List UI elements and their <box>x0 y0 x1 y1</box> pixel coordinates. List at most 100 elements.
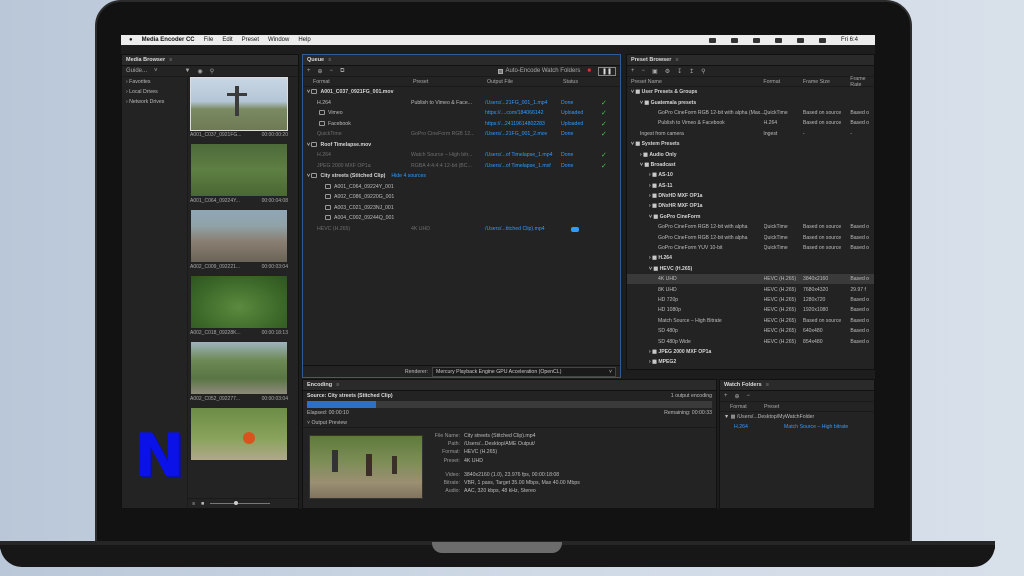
panel-title[interactable]: Media Browser <box>126 57 165 63</box>
preset-row[interactable]: › ▩ H.264 <box>627 253 874 263</box>
output-file[interactable]: /Users/...21FG_001_1.mp4 <box>485 100 561 106</box>
panel-menu-icon[interactable]: ≡ <box>675 57 678 63</box>
col-frame-size[interactable]: Frame Size <box>803 79 850 85</box>
preset-row[interactable]: HD 1080p HEVC (H.265) 1920x1080 Based o <box>627 305 874 315</box>
col-format[interactable]: Format <box>763 79 803 85</box>
output-file[interactable]: https://....com/184066142 <box>485 110 561 116</box>
tree-item-local-drives[interactable]: › Local Drives <box>122 87 187 97</box>
queue-row[interactable]: A004_C002_09244Q_001 <box>303 213 620 224</box>
menu-edit[interactable]: Edit <box>222 37 232 43</box>
col-preset[interactable]: Preset <box>764 404 779 410</box>
menu-help[interactable]: Help <box>298 37 310 43</box>
output-format[interactable]: HEVC (H.265) <box>317 226 350 232</box>
queue-row[interactable]: ˅ A001_C037_0921FG_001.mov <box>303 87 620 98</box>
output-format[interactable]: H.264 <box>317 152 331 158</box>
preset-row[interactable]: GoPro CineForm YUV 10-bit QuickTime Based … <box>627 243 874 253</box>
remove-icon[interactable]: − <box>747 393 751 399</box>
watch-folder-row[interactable]: ▼ ▩ /Users/...Desktop/MyWatchFolder <box>720 412 874 422</box>
clip-thumbnail[interactable]: A002_C009_092221... 00:00:03:04 <box>190 209 288 271</box>
menu-preset[interactable]: Preset <box>242 37 259 43</box>
panel-menu-icon[interactable]: ≡ <box>766 382 769 388</box>
output-format[interactable]: QuickTime <box>317 131 342 137</box>
output-preset[interactable]: 4K UHD <box>411 226 485 232</box>
menu-file[interactable]: File <box>204 37 214 43</box>
preview-toggle[interactable]: ˅ Output Preview <box>303 418 716 428</box>
clip-thumbnail[interactable]: A001_C037_0921FG... 00:00:00:20 <box>190 77 288 139</box>
hide-sources-link[interactable]: Hide 4 sources <box>391 173 426 179</box>
import-icon[interactable]: ↧ <box>677 68 682 75</box>
preset-row[interactable]: Ingest from camera Ingest - - <box>627 129 874 139</box>
group-icon[interactable]: ▣ <box>652 68 658 75</box>
battery-icon[interactable] <box>796 37 804 43</box>
panel-menu-icon[interactable]: ≡ <box>328 57 331 63</box>
clip-thumbnail[interactable]: A001_C064_09224Y... 00:00:04:08 <box>190 143 288 205</box>
panel-title[interactable]: Watch Folders <box>724 382 762 388</box>
preset-row[interactable]: ˅ ▩ GoPro CineForm <box>627 212 874 222</box>
remove-icon[interactable]: − <box>330 68 334 74</box>
panel-title[interactable]: Queue <box>307 57 324 63</box>
add-folder-icon[interactable]: + <box>724 393 728 399</box>
preset-row[interactable]: GoPro CineForm RGB 12-bit with alpha (Ma… <box>627 108 874 118</box>
output-file[interactable]: https://...24119614802283 <box>485 121 561 127</box>
panel-menu-icon[interactable]: ≡ <box>336 382 339 388</box>
queue-row[interactable]: H.264 Watch Source – High bitr.../Users/.… <box>303 150 620 161</box>
zoom-slider[interactable] <box>210 501 271 505</box>
grid-view-icon[interactable]: ■ <box>201 501 204 507</box>
location-dropdown[interactable]: Guide... <box>126 68 147 74</box>
preset-row[interactable]: › ▩ AS-10 <box>627 170 874 180</box>
output-file[interactable]: /Users/...titched Clip).mp4 <box>485 226 561 232</box>
output-format[interactable]: H.264 <box>317 100 331 106</box>
queue-row[interactable]: Facebook https://...24119614802283 Uploade… <box>303 119 620 130</box>
volume-icon[interactable] <box>774 37 782 43</box>
preset-row[interactable]: Match Source – High Bitrate HEVC (H.265) B… <box>627 316 874 326</box>
preset-row[interactable]: 4K UHD HEVC (H.265) 3840x2160 Based o <box>627 274 874 285</box>
col-preset-name[interactable]: Preset Name <box>627 79 763 85</box>
chevron-down-icon[interactable]: ˅ <box>154 68 158 74</box>
menu-window[interactable]: Window <box>268 37 289 43</box>
preset-row[interactable]: ˅ ▩ HEVC (H.265) <box>627 264 874 274</box>
queue-row[interactable]: QuickTime GoPro CineForm RGB 12.../Users/… <box>303 129 620 140</box>
preset-row[interactable]: ˅ ▩ Broadcast <box>627 160 874 170</box>
col-output[interactable]: Output File <box>487 79 563 85</box>
preset-row[interactable]: 8K UHD HEVC (H.265) 7680x4320 29.97 f <box>627 284 874 294</box>
preset-row[interactable]: ˅ ▩ System Presets <box>627 139 874 149</box>
output-file[interactable]: /Users/...of Timelapse_1.mp4 <box>485 152 561 158</box>
pause-button[interactable]: ❚❚ <box>597 66 616 76</box>
export-icon[interactable]: ↥ <box>689 68 694 75</box>
output-format[interactable]: JPEG 2000 MXF OP1a <box>317 163 371 169</box>
output-format[interactable]: Vimeo <box>328 110 343 116</box>
col-preset[interactable]: Preset <box>413 79 487 85</box>
preset-row[interactable]: ˅ ▩ Guatemala presets <box>627 97 874 107</box>
output-format[interactable]: Facebook <box>328 121 351 127</box>
clip-thumbnail[interactable] <box>190 407 288 461</box>
queue-row[interactable]: HEVC (H.265) 4K UHD/Users/...titched Clip… <box>303 224 620 235</box>
settings-icon[interactable]: ⚙ <box>665 68 670 75</box>
preset-row[interactable]: › ▩ JPEG 2000 MXF OP1a <box>627 347 874 357</box>
queue-row[interactable]: Vimeo https://....com/184066142 Uploaded ✓ <box>303 108 620 119</box>
preset-row[interactable]: › ▩ AS-11 <box>627 181 874 191</box>
cloud-icon[interactable] <box>708 37 716 43</box>
clock[interactable]: Fri 6:4 <box>841 37 858 43</box>
new-preset-icon[interactable]: + <box>631 68 635 74</box>
clip-thumbnail[interactable]: A002_C052_092277... 00:00:03:04 <box>190 341 288 403</box>
checkbox-icon[interactable] <box>497 68 503 74</box>
list-view-icon[interactable]: ≡ <box>192 501 195 507</box>
tree-item-network-drives[interactable]: › Network Drives <box>122 97 187 107</box>
sync-icon[interactable] <box>730 37 738 43</box>
col-format[interactable]: Format <box>720 404 764 410</box>
stop-icon[interactable]: ■ <box>587 68 591 74</box>
airplay-icon[interactable] <box>752 37 760 43</box>
remove-icon[interactable]: − <box>642 68 646 74</box>
preset-row[interactable]: GoPro CineForm RGB 12-bit with alpha Quic… <box>627 232 874 242</box>
queue-row[interactable]: JPEG 2000 MXF OP1a RGBA 4:4:4:4 12-bit (B… <box>303 161 620 172</box>
preset-row[interactable]: ˅ ▩ User Presets & Groups <box>627 87 874 97</box>
output-preset[interactable]: RGBA 4:4:4:4 12-bit (BC... <box>411 163 485 169</box>
queue-row[interactable]: A001_C064_09224Y_001 <box>303 182 620 193</box>
tree-item-favorites[interactable]: › Favorites <box>122 77 187 87</box>
preset-row[interactable]: SD 480p HEVC (H.265) 640x480 Based o <box>627 326 874 336</box>
filter-icon[interactable]: ▼ <box>185 68 191 74</box>
search-icon[interactable]: ⚲ <box>210 68 214 75</box>
preset-row[interactable]: HD 720p HEVC (H.265) 1280x720 Based o <box>627 295 874 305</box>
output-preset[interactable]: Watch Source – High bitr... <box>411 152 485 158</box>
preset-row[interactable]: SD 480p Wide HEVC (H.265) 854x480 Based o <box>627 336 874 346</box>
